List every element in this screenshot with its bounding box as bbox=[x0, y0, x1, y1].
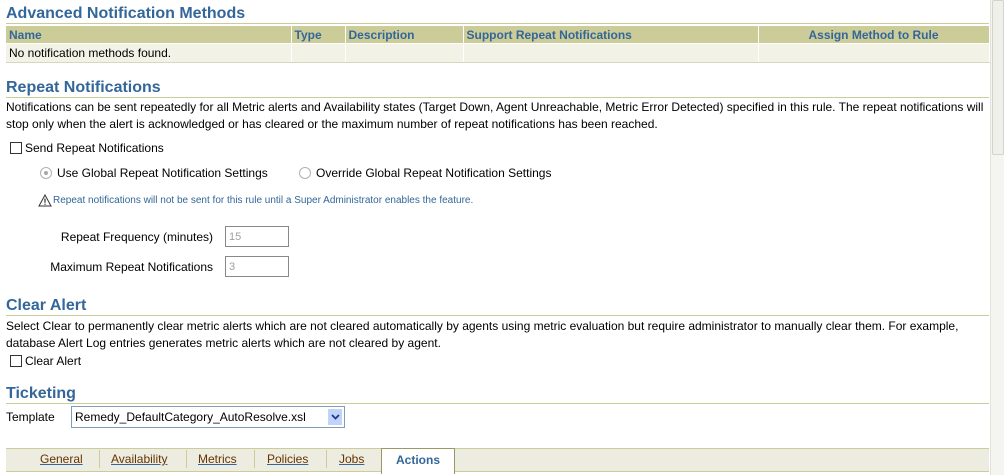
repeat-frequency-row: Repeat Frequency (minutes) bbox=[0, 226, 289, 247]
template-select[interactable]: Remedy_DefaultCategory_AutoResolve.xsl bbox=[71, 406, 345, 428]
column-header-name: Name bbox=[6, 26, 292, 44]
tab-separator bbox=[254, 450, 255, 468]
section-divider bbox=[6, 97, 989, 98]
empty-message: No notification methods found. bbox=[6, 43, 292, 63]
chevron-down-icon-glyph bbox=[330, 414, 340, 420]
vertical-scrollbar[interactable] bbox=[990, 0, 1004, 475]
use-global-radio-row[interactable]: Use Global Repeat Notification Settings bbox=[40, 166, 268, 180]
template-select-value: Remedy_DefaultCategory_AutoResolve.xsl bbox=[75, 410, 306, 424]
template-label: Template bbox=[6, 410, 55, 424]
tab-policies[interactable]: Policies bbox=[267, 452, 308, 466]
tab-separator bbox=[326, 450, 327, 468]
tab-bar: General Availability Metrics Policies Jo… bbox=[6, 448, 989, 475]
table-cell bbox=[463, 43, 759, 63]
ticketing-title: Ticketing bbox=[6, 385, 76, 402]
repeat-notifications-title: Repeat Notifications bbox=[6, 79, 161, 96]
section-divider bbox=[6, 23, 989, 24]
table-cell bbox=[291, 43, 346, 63]
clear-alert-title: Clear Alert bbox=[6, 297, 87, 314]
send-repeat-label: Send Repeat Notifications bbox=[25, 141, 164, 155]
repeat-description: Notifications can be sent repeatedly for… bbox=[6, 100, 984, 131]
column-header-description: Description bbox=[345, 26, 464, 44]
column-header-type: Type bbox=[291, 26, 346, 44]
max-repeat-label: Maximum Repeat Notifications bbox=[50, 259, 213, 274]
column-header-support-repeat: Support Repeat Notifications bbox=[463, 26, 759, 44]
clear-alert-label: Clear Alert bbox=[25, 354, 82, 368]
tab-separator bbox=[186, 450, 187, 468]
warning-triangle-icon bbox=[38, 194, 52, 207]
send-repeat-checkbox[interactable] bbox=[10, 142, 22, 154]
table-cell bbox=[345, 43, 464, 63]
table-header-row: Name Type Description Support Repeat Not… bbox=[6, 26, 990, 44]
repeat-frequency-input[interactable] bbox=[225, 226, 289, 247]
section-divider bbox=[6, 315, 989, 316]
use-global-label: Use Global Repeat Notification Settings bbox=[57, 166, 268, 180]
repeat-frequency-label: Repeat Frequency (minutes) bbox=[60, 229, 213, 244]
tab-separator bbox=[99, 450, 100, 468]
tab-general[interactable]: General bbox=[40, 452, 83, 466]
column-header-assign-method: Assign Method to Rule bbox=[758, 26, 990, 44]
page-content: Advanced Notification Methods Name Type … bbox=[0, 0, 990, 475]
table-row: No notification methods found. bbox=[6, 43, 990, 63]
override-global-radio-row[interactable]: Override Global Repeat Notification Sett… bbox=[299, 166, 551, 180]
override-global-radio[interactable] bbox=[299, 167, 311, 179]
section-divider bbox=[6, 403, 989, 404]
table-cell bbox=[758, 43, 990, 63]
tab-metrics[interactable]: Metrics bbox=[198, 452, 237, 466]
advanced-methods-title: Advanced Notification Methods bbox=[6, 5, 246, 22]
chevron-down-icon[interactable] bbox=[327, 408, 343, 426]
repeat-warning: Repeat notifications will not be sent fo… bbox=[38, 194, 473, 207]
tab-actions[interactable]: Actions bbox=[381, 448, 456, 474]
scrollbar-thumb[interactable] bbox=[992, 0, 1004, 155]
warning-text: Repeat notifications will not be sent fo… bbox=[53, 195, 474, 206]
max-repeat-input[interactable] bbox=[225, 256, 289, 277]
tab-jobs[interactable]: Jobs bbox=[339, 452, 364, 466]
clear-alert-checkbox[interactable] bbox=[10, 355, 22, 367]
send-repeat-checkbox-row[interactable]: Send Repeat Notifications bbox=[10, 141, 164, 155]
tab-availability[interactable]: Availability bbox=[111, 452, 167, 466]
clear-alert-description: Select Clear to permanently clear metric… bbox=[6, 319, 959, 350]
use-global-radio[interactable] bbox=[40, 167, 52, 179]
override-global-label: Override Global Repeat Notification Sett… bbox=[316, 166, 552, 180]
max-repeat-row: Maximum Repeat Notifications bbox=[0, 256, 289, 277]
clear-alert-checkbox-row[interactable]: Clear Alert bbox=[10, 354, 81, 368]
notification-methods-table: Name Type Description Support Repeat Not… bbox=[6, 26, 990, 63]
